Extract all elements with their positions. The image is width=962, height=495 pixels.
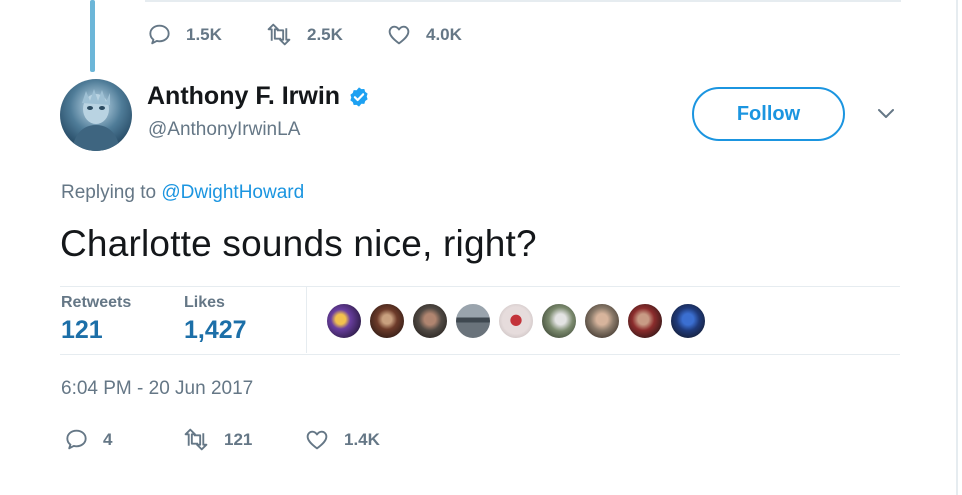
reply-icon	[149, 24, 170, 45]
stats-bottom-divider	[60, 354, 900, 355]
like-action[interactable]: 1.4K	[304, 427, 380, 452]
retweets-value: 121	[61, 316, 103, 344]
avatar-image	[72, 89, 120, 151]
likes-label: Likes	[184, 294, 225, 311]
reply-count: 4	[103, 429, 113, 449]
previous-like-count: 4.0K	[426, 24, 462, 44]
liker-avatar[interactable]	[541, 303, 577, 339]
retweet-action[interactable]: 121	[182, 427, 252, 452]
previous-reply-count: 1.5K	[186, 24, 222, 44]
more-options-dropdown[interactable]	[876, 106, 896, 125]
panel-right-border	[956, 0, 958, 495]
liker-avatar[interactable]	[584, 303, 620, 339]
retweet-icon	[184, 428, 208, 451]
heart-icon	[306, 430, 328, 450]
liker-avatar[interactable]	[369, 303, 405, 339]
likes-value: 1,427	[184, 316, 247, 344]
previous-tweet-divider	[145, 0, 901, 2]
follow-button[interactable]: Follow	[692, 87, 845, 141]
author-avatar[interactable]	[60, 79, 132, 151]
retweets-stat[interactable]: Retweets 121	[61, 294, 131, 345]
liker-avatar[interactable]	[455, 303, 491, 339]
reply-action[interactable]: 4	[64, 427, 112, 452]
author-name-row[interactable]: Anthony F. Irwin	[147, 82, 370, 111]
previous-reply-action[interactable]: 1.5K	[147, 22, 222, 47]
previous-retweet-action[interactable]: 2.5K	[265, 22, 343, 47]
tweet-timestamp[interactable]: 6:04 PM - 20 Jun 2017	[61, 378, 253, 400]
retweet-count: 121	[224, 429, 253, 449]
replying-to-prefix: Replying to	[61, 182, 157, 203]
chevron-down-icon	[878, 109, 894, 118]
liker-avatar[interactable]	[412, 303, 448, 339]
previous-retweet-count: 2.5K	[307, 24, 343, 44]
tweet-text: Charlotte sounds nice, right?	[60, 223, 537, 264]
reply-icon	[66, 429, 87, 450]
stats-top-divider	[60, 286, 900, 287]
previous-like-action[interactable]: 4.0K	[386, 22, 462, 47]
liker-avatar[interactable]	[627, 303, 663, 339]
verified-badge-icon	[348, 86, 370, 108]
replying-to-line: Replying to @DwightHoward	[61, 182, 304, 204]
like-count: 1.4K	[344, 429, 380, 449]
heart-icon	[388, 25, 410, 45]
replying-to-link[interactable]: @DwightHoward	[161, 182, 304, 203]
author-handle[interactable]: @AnthonyIrwinLA	[148, 119, 300, 141]
thread-connector-line	[90, 0, 95, 72]
stats-vertical-divider	[306, 287, 307, 353]
likes-stat[interactable]: Likes 1,427	[184, 294, 247, 345]
liker-avatar[interactable]	[670, 303, 706, 339]
liker-avatar[interactable]	[498, 303, 534, 339]
liker-avatar[interactable]	[326, 303, 362, 339]
author-name[interactable]: Anthony F. Irwin	[147, 82, 340, 111]
retweets-label: Retweets	[61, 294, 132, 311]
retweet-icon	[267, 23, 291, 46]
